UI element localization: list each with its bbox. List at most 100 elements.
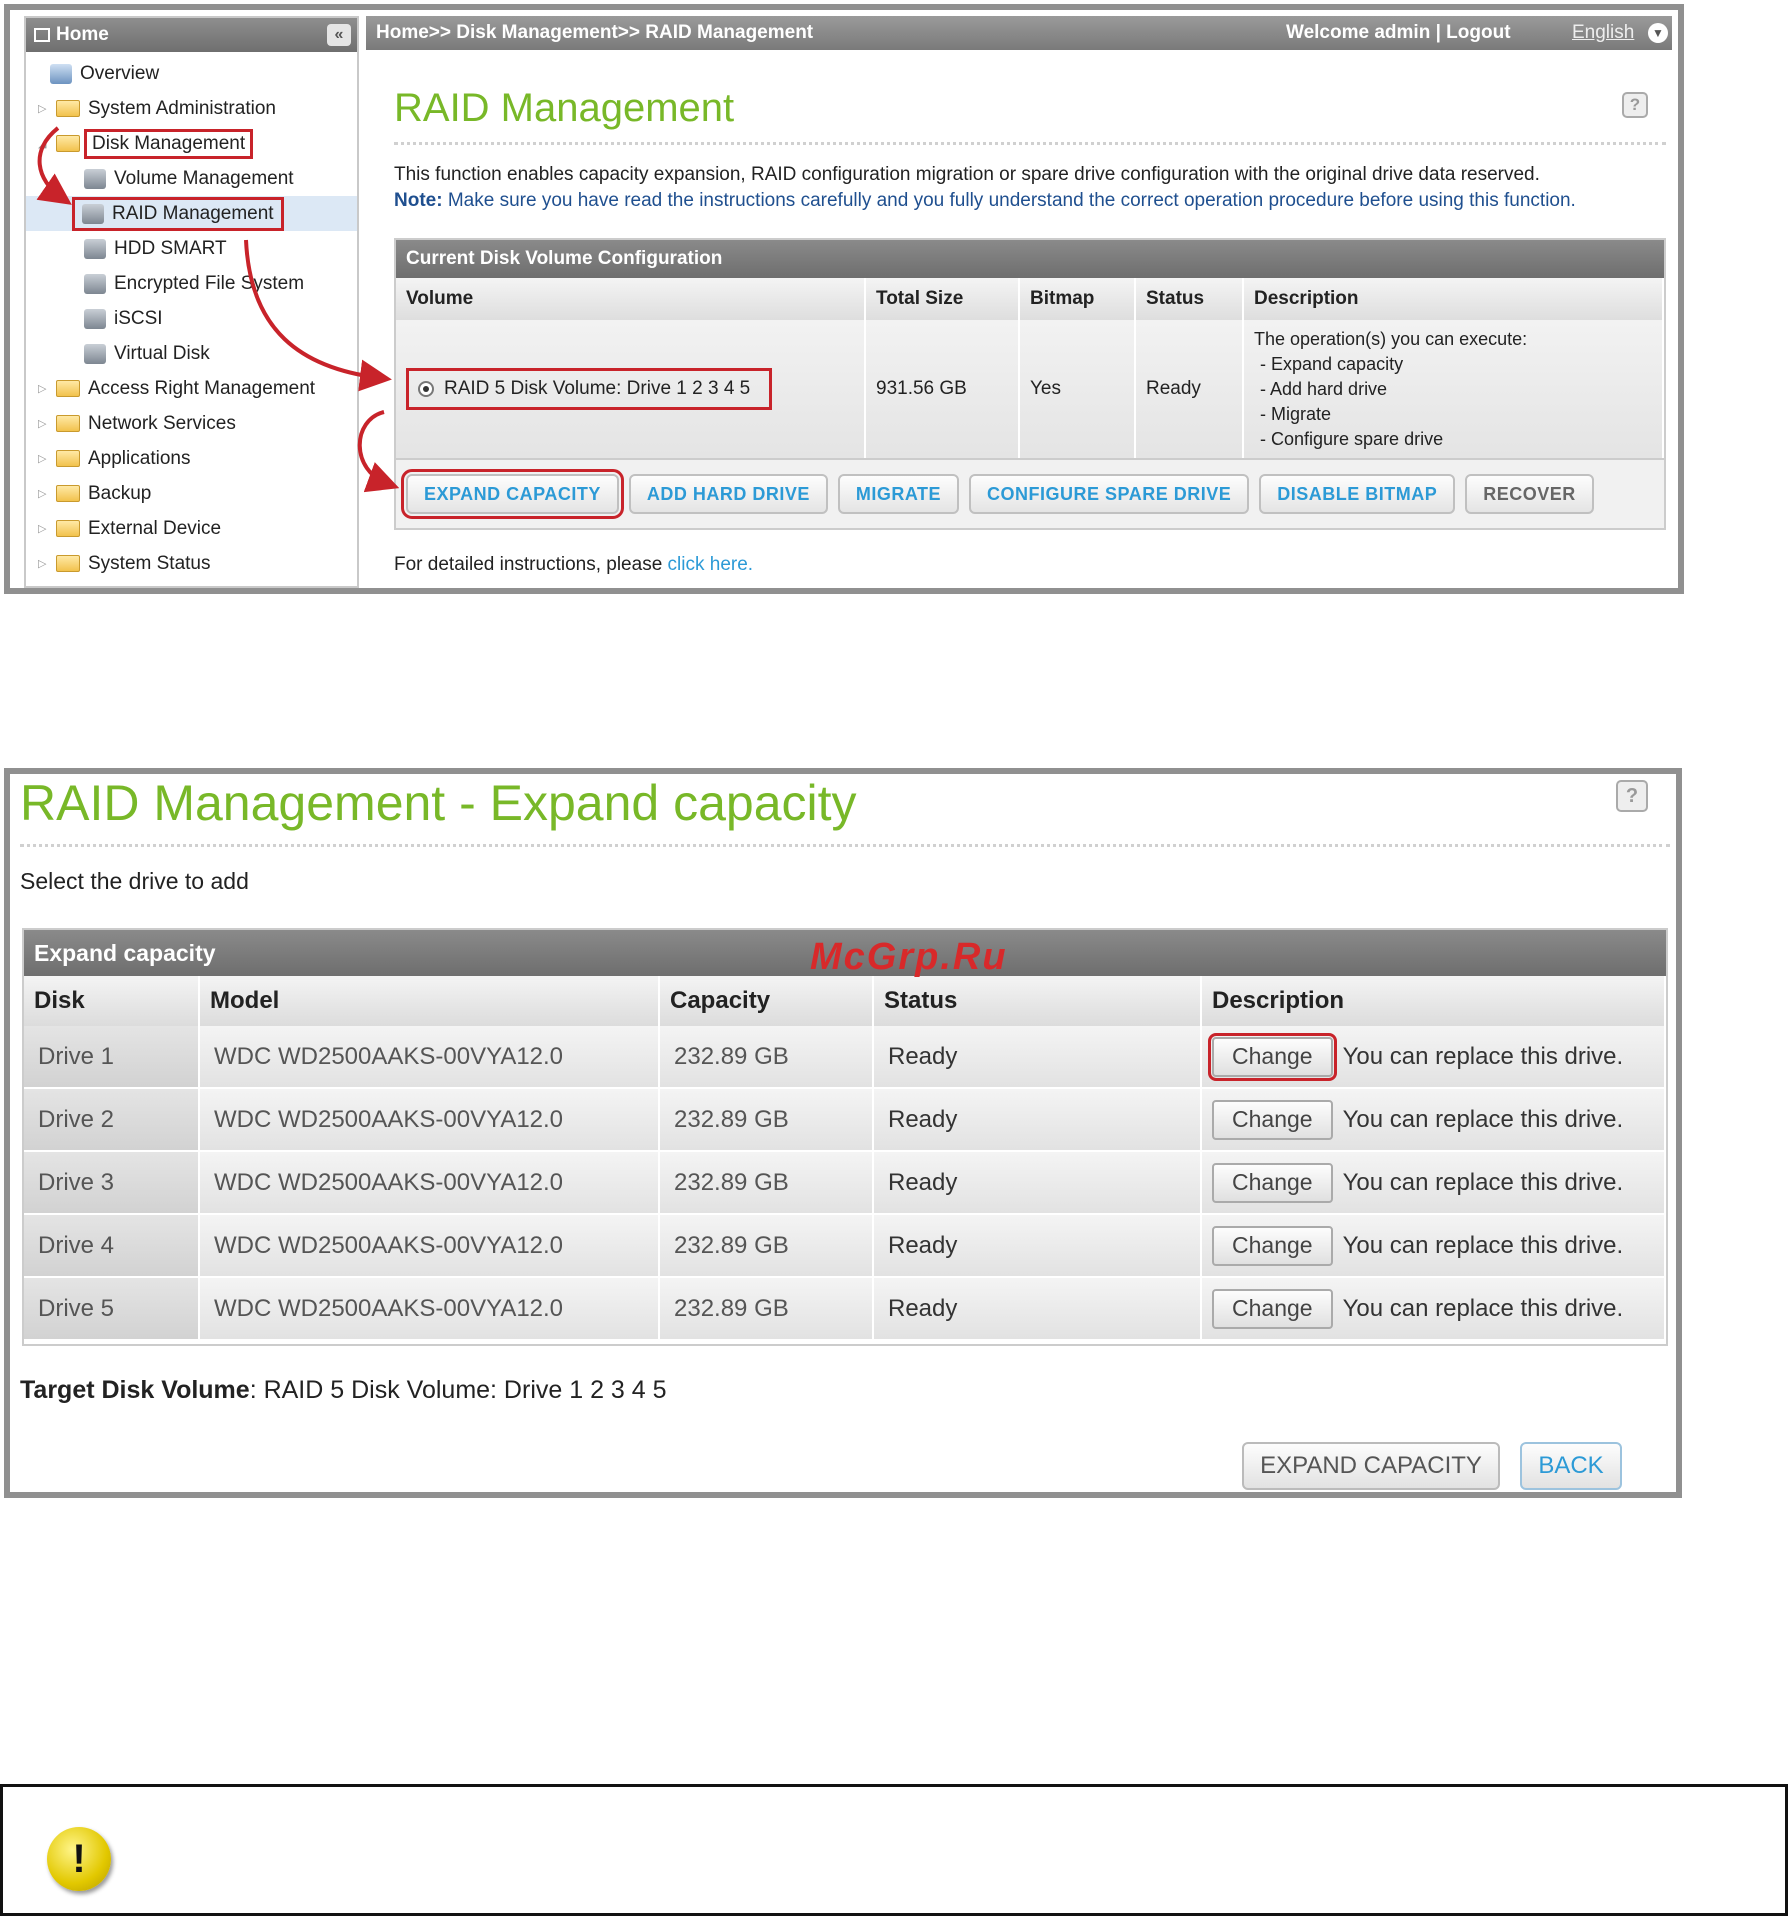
expand-arrow-icon[interactable]: ▷ [38, 382, 48, 395]
folder-icon [56, 485, 80, 502]
sidebar-header: Home « [26, 18, 357, 52]
iscsi-icon [84, 308, 106, 329]
volume-radio[interactable] [418, 381, 434, 397]
language-select[interactable]: English [1572, 22, 1634, 44]
recover-button[interactable]: RECOVER [1465, 474, 1594, 514]
page-title: RAID Management - Expand capacity [20, 775, 857, 831]
configure-spare-drive-button[interactable]: CONFIGURE SPARE DRIVE [969, 474, 1250, 514]
sidebar-item-hdd-smart[interactable]: HDD SMART [26, 231, 357, 266]
table-row[interactable]: RAID 5 Disk Volume: Drive 1 2 3 4 5 931.… [396, 320, 1664, 460]
virtual-disk-icon [84, 343, 106, 364]
collapse-sidebar-button[interactable]: « [327, 24, 351, 46]
expand-arrow-icon[interactable]: ▷ [38, 487, 48, 500]
column-header: Bitmap [1020, 278, 1136, 320]
add-hard-drive-button[interactable]: ADD HARD DRIVE [628, 474, 828, 514]
raid-management-screenshot: Home « Overview ▷ System Administration … [4, 4, 1684, 594]
disable-bitmap-button[interactable]: DISABLE BITMAP [1259, 474, 1456, 514]
raid-management-highlight: RAID Management [72, 196, 284, 231]
divider [20, 844, 1670, 847]
change-drive-1-button[interactable]: Change [1208, 1032, 1337, 1081]
table-title: Current Disk Volume Configuration [396, 240, 1664, 278]
expand-capacity-table: Expand capacity McGrp.Ru Disk Model Capa… [22, 928, 1668, 1346]
page-description: This function enables capacity expansion… [394, 164, 1576, 211]
column-header: Volume [396, 278, 866, 320]
expand-arrow-icon[interactable]: ▷ [38, 417, 48, 430]
help-icon[interactable]: ? [1622, 92, 1648, 118]
change-drive-5-button[interactable]: Change [1212, 1288, 1333, 1329]
expand-capacity-screenshot: RAID Management - Expand capacity ? Sele… [4, 768, 1682, 1498]
encrypted-fs-icon [84, 273, 106, 294]
column-header: Total Size [866, 278, 1020, 320]
home-icon [34, 28, 50, 42]
help-icon[interactable]: ? [1616, 780, 1648, 812]
total-size-cell: 931.56 GB [866, 320, 1020, 458]
sidebar-item-external-device[interactable]: ▷ External Device [26, 511, 357, 546]
folder-icon [56, 380, 80, 397]
table-row: Drive 5 WDC WD2500AAKS-00VYA12.0 232.89 … [24, 1278, 1666, 1341]
table-header: Disk Model Capacity Status Description [24, 976, 1666, 1026]
sidebar-home-label[interactable]: Home [56, 24, 109, 46]
table-row: Drive 4 WDC WD2500AAKS-00VYA12.0 232.89 … [24, 1215, 1666, 1278]
sidebar-item-volume-management[interactable]: Volume Management [26, 161, 357, 196]
back-button[interactable]: BACK [1520, 1442, 1622, 1490]
sidebar-item-encrypted-file-system[interactable]: Encrypted File System [26, 266, 357, 301]
sidebar: Home « Overview ▷ System Administration … [24, 16, 359, 588]
sidebar-item-disk-management[interactable]: ◢ Disk Management [26, 126, 357, 161]
expand-arrow-icon[interactable]: ▷ [38, 102, 48, 115]
folder-icon [56, 555, 80, 572]
watermark: McGrp.Ru [810, 936, 1008, 978]
note-text: Make sure you have read the instructions… [442, 190, 1576, 211]
click-here-link[interactable]: click here. [668, 554, 754, 575]
welcome-logout[interactable]: Welcome admin | Logout [1286, 22, 1511, 44]
folder-icon [56, 415, 80, 432]
column-header: Description [1202, 976, 1666, 1026]
column-header: Model [200, 976, 660, 1026]
hdd-smart-icon [84, 238, 106, 259]
sidebar-item-backup[interactable]: ▷ Backup [26, 476, 357, 511]
top-bar: Home>> Disk Management>> RAID Management… [366, 16, 1672, 50]
volume-radio-highlight[interactable]: RAID 5 Disk Volume: Drive 1 2 3 4 5 [405, 368, 773, 410]
table-row: Drive 1 WDC WD2500AAKS-00VYA12.0 232.89 … [24, 1026, 1666, 1089]
sidebar-item-virtual-disk[interactable]: Virtual Disk [26, 336, 357, 371]
expand-arrow-icon[interactable]: ▷ [38, 557, 48, 570]
folder-icon [56, 520, 80, 537]
divider [394, 142, 1666, 145]
main-content: Home>> Disk Management>> RAID Management… [366, 16, 1672, 588]
sidebar-item-network-services[interactable]: ▷ Network Services [26, 406, 357, 441]
volume-icon [84, 168, 106, 189]
description-cell: The operation(s) you can execute: - Expa… [1244, 320, 1664, 458]
sidebar-item-overview[interactable]: Overview [26, 56, 357, 91]
warning-icon: ! [47, 1827, 111, 1891]
expand-capacity-button[interactable]: EXPAND CAPACITY [401, 469, 624, 519]
sidebar-item-access-right-management[interactable]: ▷ Access Right Management [26, 371, 357, 406]
change-drive-4-button[interactable]: Change [1212, 1225, 1333, 1266]
chevron-down-icon[interactable]: ▼ [1648, 23, 1668, 43]
expand-arrow-icon[interactable]: ▷ [38, 452, 48, 465]
sidebar-item-system-administration[interactable]: ▷ System Administration [26, 91, 357, 126]
sidebar-item-applications[interactable]: ▷ Applications [26, 441, 357, 476]
page-title: RAID Management [394, 86, 735, 130]
collapse-arrow-icon[interactable]: ◢ [38, 137, 48, 150]
change-drive-3-button[interactable]: Change [1212, 1162, 1333, 1203]
warning-note-box: ! [0, 1784, 1788, 1916]
sidebar-item-iscsi[interactable]: iSCSI [26, 301, 357, 336]
note-label: Note: [394, 190, 443, 211]
sidebar-item-system-status[interactable]: ▷ System Status [26, 546, 357, 581]
migrate-button[interactable]: MIGRATE [837, 474, 960, 514]
breadcrumb[interactable]: Home>> Disk Management>> RAID Management [376, 22, 813, 44]
disk-management-label: Disk Management [83, 128, 254, 159]
select-drive-label: Select the drive to add [20, 868, 249, 894]
column-header: Status [1136, 278, 1244, 320]
sidebar-item-raid-management[interactable]: RAID Management [26, 196, 357, 231]
expand-arrow-icon[interactable]: ▷ [38, 522, 48, 535]
column-header: Status [874, 976, 1202, 1026]
change-drive-2-button[interactable]: Change [1212, 1099, 1333, 1140]
current-volume-table: Current Disk Volume Configuration Volume… [394, 238, 1666, 530]
status-cell: Ready [1136, 320, 1244, 458]
column-header: Description [1244, 278, 1664, 320]
column-header: Disk [24, 976, 200, 1026]
sidebar-tree: Overview ▷ System Administration ◢ Disk … [26, 52, 357, 581]
table-row: Drive 3 WDC WD2500AAKS-00VYA12.0 232.89 … [24, 1152, 1666, 1215]
expand-capacity-button[interactable]: EXPAND CAPACITY [1242, 1442, 1500, 1490]
table-title: Expand capacity McGrp.Ru [24, 930, 1666, 978]
